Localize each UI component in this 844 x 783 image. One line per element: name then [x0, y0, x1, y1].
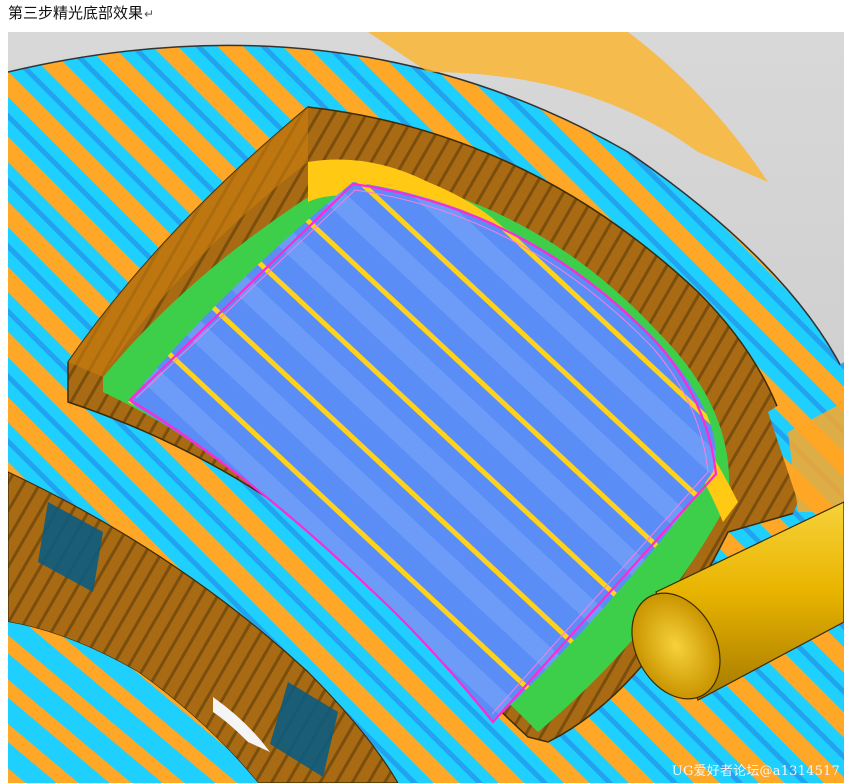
caption-text: 第三步精光底部效果: [8, 4, 144, 22]
page-caption: 第三步精光底部效果↵: [8, 2, 154, 24]
cad-viewport[interactable]: UG爱好者论坛@a1314517: [8, 32, 844, 783]
page: 第三步精光底部效果↵ UG爱好者论坛@a1314517: [0, 0, 844, 783]
return-mark-icon: ↵: [144, 7, 155, 21]
cad-render: [8, 32, 844, 783]
watermark: UG爱好者论坛@a1314517: [671, 764, 840, 779]
